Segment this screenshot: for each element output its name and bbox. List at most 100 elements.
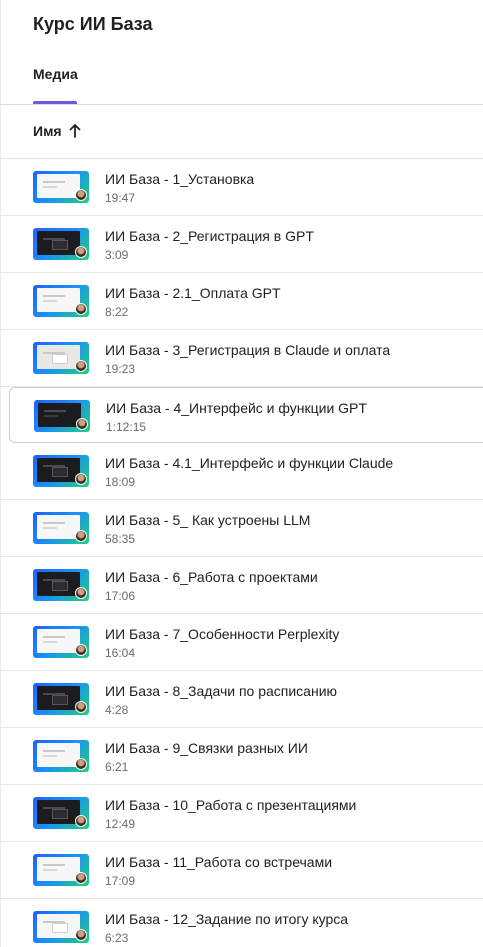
video-thumbnail: [33, 512, 89, 544]
list-item[interactable]: ИИ База - 10_Работа с презентациями 12:49: [0, 785, 483, 842]
media-duration: 17:06: [105, 589, 136, 603]
presenter-avatar-icon: [75, 473, 87, 485]
media-duration: 19:47: [105, 191, 136, 205]
media-duration: 19:23: [105, 362, 136, 376]
thumbnail-card: [52, 809, 68, 819]
media-panel: Курс ИИ База Медиа Имя ИИ База - 1_Устан…: [0, 0, 483, 947]
media-title: ИИ База - 6_Работа с проектами: [105, 569, 318, 585]
media-title: ИИ База - 12_Задание по итогу курса: [105, 911, 349, 927]
tab-media[interactable]: Медиа: [33, 50, 78, 102]
thumbnail-line: [43, 522, 65, 524]
presenter-avatar-icon: [75, 189, 87, 201]
list-item[interactable]: ИИ База - 6_Работа с проектами 17:06: [0, 557, 483, 614]
media-title: ИИ База - 10_Работа с презентациями: [105, 797, 357, 813]
thumbnail-line: [43, 295, 65, 297]
thumbnail-line: [44, 415, 58, 417]
thumbnail-line: [43, 921, 65, 923]
presenter-avatar-icon: [76, 418, 88, 430]
media-duration: 17:09: [105, 874, 136, 888]
sort-label: Имя: [33, 123, 62, 139]
list-item[interactable]: ИИ База - 9_Связки разных ИИ 6:21: [0, 728, 483, 785]
thumbnail-screen: [37, 629, 80, 653]
presenter-avatar-icon: [75, 587, 87, 599]
list-item[interactable]: ИИ База - 2.1_Оплата GPT 8:22: [0, 273, 483, 330]
video-thumbnail: [33, 569, 89, 601]
thumbnail-line: [43, 579, 65, 581]
thumbnail-line: [43, 527, 57, 529]
video-thumbnail: [33, 683, 89, 715]
media-title: ИИ База - 9_Связки разных ИИ: [105, 740, 308, 756]
media-duration: 6:21: [105, 760, 129, 774]
thumbnail-screen: [37, 857, 80, 881]
list-item[interactable]: ИИ База - 4.1_Интерфейс и функции Claude…: [0, 443, 483, 500]
video-thumbnail: [33, 285, 89, 317]
list-item[interactable]: ИИ База - 11_Работа со встречами 17:09: [0, 842, 483, 899]
thumbnail-line: [43, 636, 65, 638]
thumbnail-screen: [37, 572, 80, 596]
media-title: ИИ База - 2_Регистрация в GPT: [105, 228, 314, 244]
media-duration: 4:28: [105, 703, 129, 717]
page-title: Курс ИИ База: [33, 14, 153, 34]
list-item[interactable]: ИИ База - 12_Задание по итогу курса 6:23: [0, 899, 483, 947]
thumbnail-line: [43, 181, 65, 183]
list-item[interactable]: ИИ База - 2_Регистрация в GPT 3:09: [0, 216, 483, 273]
video-thumbnail: [33, 342, 89, 374]
media-duration: 16:04: [105, 646, 136, 660]
thumbnail-line: [43, 869, 57, 871]
thumbnail-screen: [37, 174, 80, 198]
list-item[interactable]: ИИ База - 8_Задачи по расписанию 4:28: [0, 671, 483, 728]
video-thumbnail: [33, 171, 89, 203]
list-item[interactable]: ИИ База - 3_Регистрация в Claude и оплат…: [0, 330, 483, 387]
presenter-avatar-icon: [75, 758, 87, 770]
video-thumbnail: [33, 740, 89, 772]
video-thumbnail: [33, 911, 89, 943]
media-title: ИИ База - 5_ Как устроены LLM: [105, 512, 311, 528]
video-thumbnail: [34, 400, 90, 432]
media-duration: 58:35: [105, 532, 136, 546]
thumbnail-screen: [38, 403, 81, 427]
media-duration: 18:09: [105, 475, 136, 489]
media-title: ИИ База - 4_Интерфейс и функции GPT: [106, 400, 367, 416]
thumbnail-line: [43, 750, 65, 752]
list-item[interactable]: ИИ База - 1_Установка 19:47: [0, 159, 483, 216]
thumbnail-screen: [37, 743, 80, 767]
presenter-avatar-icon: [75, 815, 87, 827]
media-title: ИИ База - 7_Особенности Perplexity: [105, 626, 340, 642]
thumbnail-line: [43, 352, 65, 354]
thumbnail-line: [43, 465, 65, 467]
tab-bar: Медиа: [0, 50, 483, 105]
thumbnail-line: [43, 186, 57, 188]
media-duration: 12:49: [105, 817, 136, 831]
sort-by-name-button[interactable]: Имя: [33, 121, 81, 141]
thumbnail-line: [43, 693, 65, 695]
video-thumbnail: [33, 626, 89, 658]
video-thumbnail: [33, 854, 89, 886]
video-thumbnail: [33, 228, 89, 260]
sort-bar: Имя: [0, 105, 483, 159]
active-tab-indicator: [33, 101, 77, 104]
thumbnail-line: [43, 238, 65, 240]
thumbnail-screen: [37, 686, 80, 710]
media-title: ИИ База - 3_Регистрация в Claude и оплат…: [105, 342, 391, 358]
thumbnail-screen: [37, 231, 80, 255]
list-item[interactable]: ИИ База - 4_Интерфейс и функции GPT 1:12:…: [9, 387, 483, 443]
video-thumbnail: [33, 455, 89, 487]
presenter-avatar-icon: [75, 303, 87, 315]
thumbnail-line: [43, 300, 57, 302]
thumbnail-card: [52, 467, 68, 477]
presenter-avatar-icon: [75, 246, 87, 258]
presenter-avatar-icon: [75, 360, 87, 372]
list-item[interactable]: ИИ База - 7_Особенности Perplexity 16:04: [0, 614, 483, 671]
presenter-avatar-icon: [75, 929, 87, 941]
thumbnail-screen: [37, 458, 80, 482]
list-item[interactable]: ИИ База - 5_ Как устроены LLM 58:35: [0, 500, 483, 557]
media-title: ИИ База - 8_Задачи по расписанию: [105, 683, 338, 699]
media-duration: 1:12:15: [106, 420, 147, 434]
thumbnail-card: [52, 581, 68, 591]
presenter-avatar-icon: [75, 701, 87, 713]
thumbnail-line: [43, 755, 57, 757]
thumbnail-screen: [37, 288, 80, 312]
thumbnail-line: [44, 410, 66, 412]
media-duration: 6:23: [105, 931, 129, 945]
thumbnail-card: [52, 923, 68, 933]
